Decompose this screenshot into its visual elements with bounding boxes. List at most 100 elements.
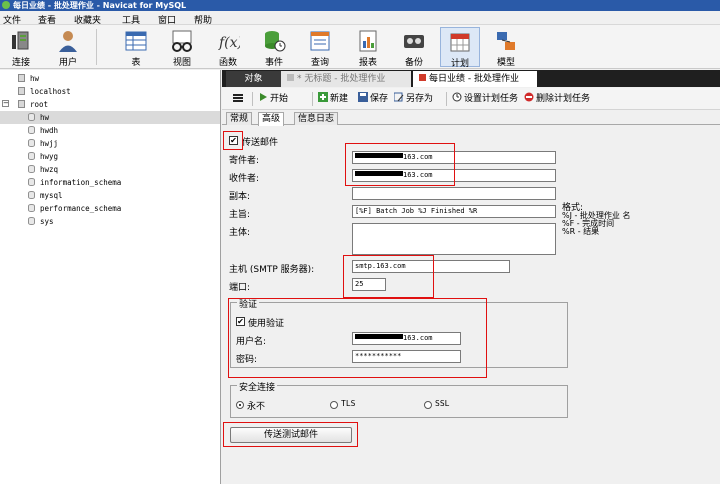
calendar-icon	[419, 74, 426, 81]
tree-db-hwyg[interactable]: hwyg	[28, 150, 58, 163]
security-never-label: 永不	[247, 402, 266, 412]
cc-label: 副本:	[229, 192, 251, 202]
database-icon	[28, 126, 35, 134]
toolbar-table-button[interactable]: 表	[116, 27, 156, 68]
tree-item-label: information_schema	[40, 178, 122, 187]
database-icon	[28, 165, 35, 173]
secure-connection-group: 安全连接 永不 TLS SSL	[230, 380, 568, 418]
tree-db-hw[interactable]: hw	[0, 111, 220, 124]
toolbar-function-button[interactable]: f(x) 函数	[208, 27, 248, 68]
subject-label: 主旨:	[229, 210, 251, 220]
tree-collapse-toggle[interactable]: −	[2, 100, 9, 107]
toolbar-user-button[interactable]: 用户	[48, 27, 88, 68]
start-label: 开始	[270, 94, 289, 104]
new-button[interactable]: 新建	[318, 92, 348, 106]
set-schedule-button[interactable]: 设置计划任务	[452, 92, 518, 106]
new-label: 新建	[330, 94, 349, 104]
save-as-button[interactable]: 另存为	[393, 92, 434, 106]
tree-item-label: hwzq	[40, 165, 59, 174]
toolbar-schedule-label: 计划	[450, 59, 469, 69]
tab-untitled-batch-job[interactable]: * 无标题 - 批处理作业	[281, 71, 411, 87]
tree-db-hwjj[interactable]: hwjj	[28, 137, 58, 150]
toolbar-model-button[interactable]: 模型	[486, 27, 526, 68]
toolbar-table-label: 表	[131, 58, 141, 68]
database-icon	[28, 152, 35, 160]
query-icon	[308, 29, 332, 53]
toolbar-schedule-button[interactable]: 计划	[440, 27, 480, 69]
tab-general[interactable]: 常规	[226, 112, 253, 125]
cc-field[interactable]	[352, 187, 556, 200]
tree-db-performance-schema[interactable]: performance_schema	[28, 202, 121, 215]
port-label: 端口:	[229, 283, 251, 293]
tree-item-label: hwyg	[40, 152, 59, 161]
database-icon	[28, 139, 35, 147]
tab-advanced[interactable]: 高级	[258, 112, 285, 126]
tree-item-label: performance_schema	[40, 204, 122, 213]
highlight-sender-recipient	[345, 143, 455, 186]
save-as-label: 另存为	[406, 94, 434, 104]
batch-job-editor: 对象 * 无标题 - 批处理作业 每日业绩 - 批处理作业 开始 新建 保存 另…	[222, 70, 720, 484]
toolbar-report-button[interactable]: 报表	[348, 27, 388, 68]
highlight-send-email	[223, 131, 243, 150]
user-icon	[56, 29, 80, 53]
server-icon	[18, 100, 25, 108]
function-icon: f(x)	[216, 29, 243, 53]
save-as-icon	[393, 92, 404, 102]
toolbar-query-button[interactable]: 查询	[300, 27, 340, 68]
toolbar-connection-button[interactable]: 连接	[1, 27, 41, 68]
security-ssl-radio[interactable]	[424, 401, 432, 409]
toolbar-view-label: 视图	[172, 58, 191, 68]
toolbar-view-button[interactable]: 视图	[162, 27, 202, 68]
toolbar-separator	[96, 29, 97, 65]
tab-info-log[interactable]: 信息日志	[294, 112, 339, 125]
security-ssl-label: SSL	[435, 399, 450, 408]
server-icon	[18, 74, 25, 82]
toolbar-user-label: 用户	[58, 58, 77, 68]
tree-server-root[interactable]: root	[18, 98, 48, 111]
highlight-send-test	[223, 422, 358, 447]
tree-item-label: hw	[40, 113, 50, 122]
recipient-label: 收件者:	[229, 174, 260, 184]
advanced-settings-panel: ✔ 传送邮件 寄件者: 163.com 收件者: 163.com 副本: 主旨:…	[222, 126, 720, 484]
window-title: 每日业绩 - 批处理作业 - Navicat for MySQL	[13, 1, 187, 10]
save-button[interactable]: 保存	[358, 92, 388, 106]
toolbar-query-label: 查询	[310, 58, 329, 68]
security-never-radio[interactable]	[236, 401, 244, 409]
tree-item-label: hw	[30, 74, 40, 83]
model-icon	[494, 29, 518, 53]
toolbar-event-button[interactable]: 事件	[254, 27, 294, 68]
hamburger-icon	[233, 94, 243, 102]
tab-objects[interactable]: 对象	[226, 71, 281, 87]
toolbar-report-label: 报表	[358, 58, 377, 68]
tree-db-hwdh[interactable]: hwdh	[28, 124, 58, 137]
body-textarea[interactable]	[352, 223, 556, 255]
start-button[interactable]: 开始	[258, 92, 288, 106]
toolbar-backup-button[interactable]: 备份	[394, 27, 434, 68]
tree-db-sys[interactable]: sys	[28, 215, 54, 228]
tree-db-mysql[interactable]: mysql	[28, 189, 63, 202]
report-icon	[356, 29, 380, 53]
play-icon	[258, 92, 268, 102]
tree-server-hw[interactable]: hw	[18, 72, 39, 85]
toolbar-model-label: 模型	[496, 58, 515, 68]
tab-daily-batch-job[interactable]: 每日业绩 - 批处理作业	[413, 71, 537, 87]
security-tls-radio[interactable]	[330, 401, 338, 409]
tape-icon	[402, 29, 426, 53]
main-toolbar: 连接 用户 表 视图 f(x) 函数 事件 查询	[0, 25, 720, 69]
delete-schedule-button[interactable]: 删除计划任务	[524, 92, 590, 106]
subject-field[interactable]: [%F] Batch Job %J Finished %R	[352, 205, 556, 218]
set-schedule-label: 设置计划任务	[464, 94, 519, 104]
glasses-icon	[170, 29, 194, 53]
save-label: 保存	[370, 94, 389, 104]
security-tls-label: TLS	[341, 399, 356, 408]
floppy-icon	[358, 92, 368, 102]
tree-item-label: hwdh	[40, 126, 59, 135]
batch-job-action-bar: 开始 新建 保存 另存为 设置计划任务 删除计划任务	[222, 88, 720, 110]
tree-server-localhost[interactable]: localhost	[18, 85, 71, 98]
hamburger-menu-button[interactable]	[232, 92, 244, 106]
database-icon	[28, 191, 35, 199]
tree-db-information-schema[interactable]: information_schema	[28, 176, 121, 189]
action-separator	[446, 92, 447, 106]
clock-icon	[452, 92, 462, 102]
tree-db-hwzq[interactable]: hwzq	[28, 163, 58, 176]
